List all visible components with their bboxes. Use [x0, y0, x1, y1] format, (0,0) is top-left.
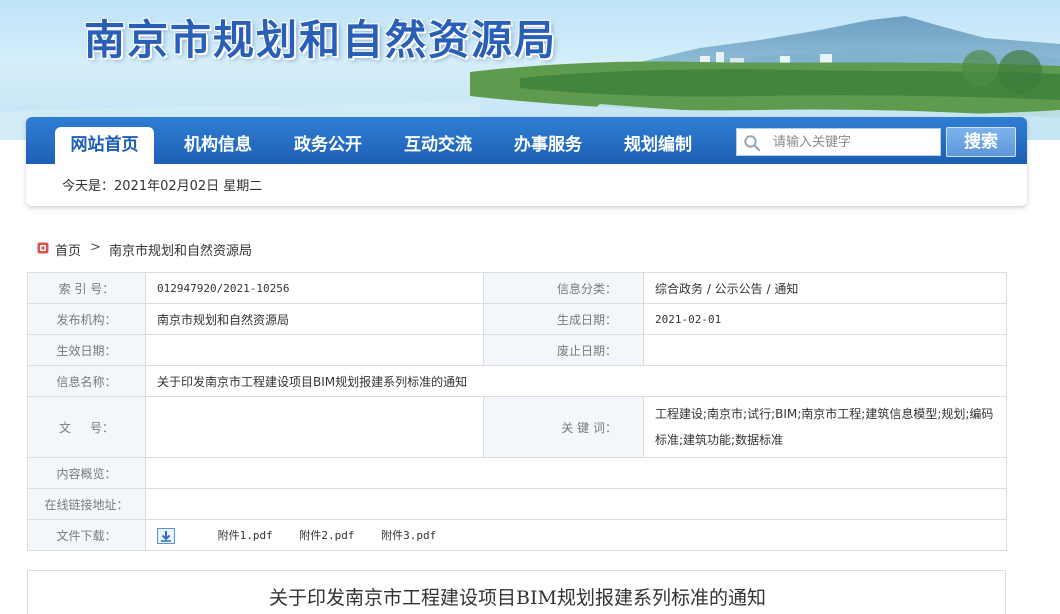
summary-value [145, 457, 1007, 489]
search-box [736, 128, 941, 156]
nav-item-public-affairs[interactable]: 政务公开 [278, 127, 378, 164]
created-date-label: 生成日期： [483, 303, 644, 335]
attachment-link-3[interactable]: 附件3.pdf [381, 529, 436, 542]
nav-item-planning[interactable]: 规划编制 [608, 127, 708, 164]
publisher-label: 发布机构： [27, 303, 146, 335]
info-name-label: 信息名称： [27, 365, 146, 397]
download-label: 文件下载： [27, 519, 146, 551]
download-icon[interactable] [157, 527, 175, 544]
info-table: 索 引 号： 012947920/2021-10256 信息分类： 综合政务 /… [27, 272, 1007, 551]
category-value: 综合政务 / 公示公告 / 通知 [643, 272, 1007, 304]
search-icon [744, 135, 761, 152]
table-row: 文 号： 关 键 词： 工程建设;南京市;试行;BIM;南京市工程;建筑信息模型… [27, 396, 1007, 458]
nav-item-home[interactable]: 网站首页 [55, 127, 154, 164]
main-nav: 网站首页 机构信息 政务公开 互动交流 办事服务 规划编制 搜索 [26, 117, 1027, 164]
expire-date-value [643, 334, 1007, 366]
nav-panel: 网站首页 机构信息 政务公开 互动交流 办事服务 规划编制 搜索 今天是：202… [26, 117, 1027, 206]
online-link-label: 在线链接地址： [27, 488, 146, 520]
home-icon [37, 242, 49, 254]
nav-item-interaction[interactable]: 互动交流 [388, 127, 488, 164]
keywords-value: 工程建设;南京市;试行;BIM;南京市工程;建筑信息模型;规划;编码标准;建筑功… [643, 396, 1007, 458]
info-name-value: 关于印发南京市工程建设项目BIM规划报建系列标准的通知 [145, 365, 1007, 397]
table-row: 在线链接地址： [27, 488, 1007, 520]
effective-date-label: 生效日期： [27, 334, 146, 366]
created-date-value: 2021-02-01 [643, 303, 1007, 335]
search-button[interactable]: 搜索 [946, 127, 1016, 157]
attachment-link-2[interactable]: 附件2.pdf [299, 529, 354, 542]
breadcrumb-current-link[interactable]: 南京市规划和自然资源局 [109, 240, 252, 259]
category-label: 信息分类： [483, 272, 644, 304]
publisher-value: 南京市规划和自然资源局 [145, 303, 484, 335]
attachment-link-1[interactable]: 附件1.pdf [218, 529, 273, 542]
table-row: 索 引 号： 012947920/2021-10256 信息分类： 综合政务 /… [27, 272, 1007, 304]
index-label: 索 引 号： [27, 272, 146, 304]
keywords-label: 关 键 词： [483, 396, 644, 458]
site-title: 南京市规划和自然资源局 [84, 16, 557, 64]
table-row: 生效日期： 废止日期： [27, 334, 1007, 366]
search-input[interactable] [773, 132, 933, 152]
nav-item-organization[interactable]: 机构信息 [168, 127, 268, 164]
breadcrumb-home-link[interactable]: 首页 [55, 240, 81, 259]
article-title: 关于印发南京市工程建设项目BIM规划报建系列标准的通知 [269, 587, 766, 609]
summary-label: 内容概览： [27, 457, 146, 489]
table-row: 文件下载： 附件1.pdf 附件2.pdf 附件3.pdf [27, 519, 1007, 551]
table-row: 发布机构： 南京市规划和自然资源局 生成日期： 2021-02-01 [27, 303, 1007, 335]
index-value: 012947920/2021-10256 [145, 272, 484, 304]
online-link-value [145, 488, 1007, 520]
doc-number-value [145, 396, 484, 458]
article-container: 关于印发南京市工程建设项目BIM规划报建系列标准的通知 [27, 570, 1006, 614]
breadcrumb-separator: > [90, 240, 101, 255]
attachments-cell: 附件1.pdf 附件2.pdf 附件3.pdf [145, 519, 1007, 551]
expire-date-label: 废止日期： [483, 334, 644, 366]
table-row: 内容概览： [27, 457, 1007, 489]
table-row: 信息名称： 关于印发南京市工程建设项目BIM规划报建系列标准的通知 [27, 365, 1007, 397]
current-date: 今天是：2021年02月02日 星期二 [62, 179, 263, 194]
doc-number-label: 文 号： [27, 396, 146, 458]
nav-item-services[interactable]: 办事服务 [498, 127, 598, 164]
effective-date-value [145, 334, 484, 366]
